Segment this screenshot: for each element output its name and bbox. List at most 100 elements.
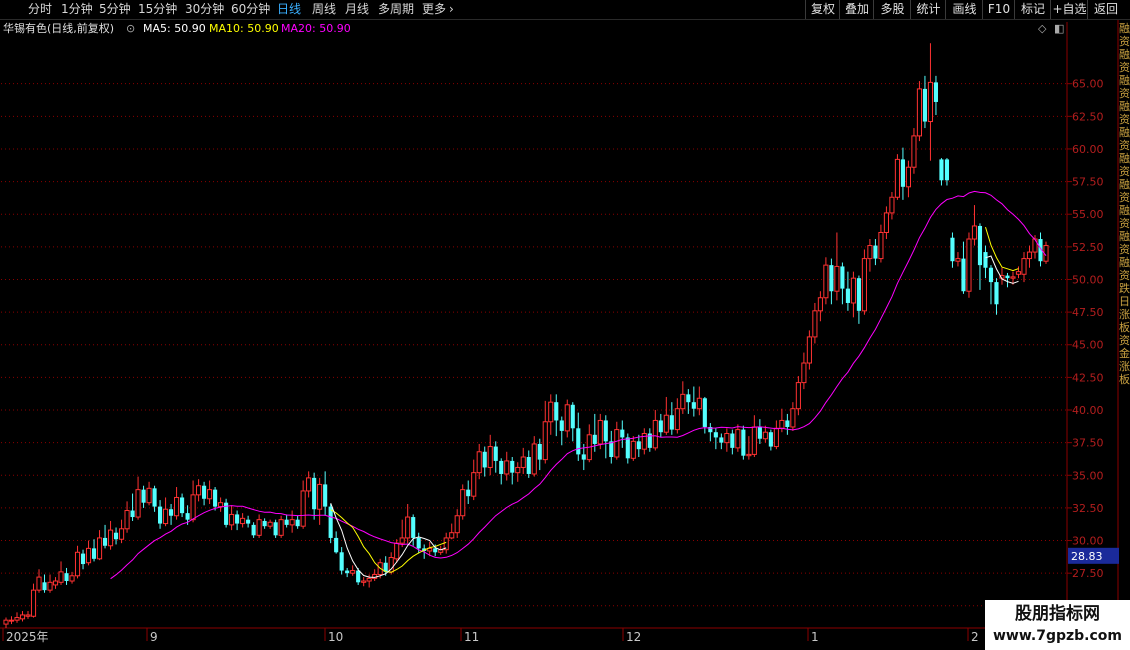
- candle: [658, 413, 663, 438]
- candle: [691, 386, 696, 417]
- candle: [625, 433, 630, 464]
- candle: [30, 583, 37, 618]
- x-tick-label: 2025年: [6, 630, 49, 644]
- candle: [751, 415, 757, 458]
- ma10-line: [330, 509, 447, 573]
- ma20-line: [110, 190, 1047, 580]
- candle: [180, 493, 185, 518]
- candle: [118, 519, 125, 544]
- y-tick-label: 62.50: [1072, 110, 1104, 123]
- candle: [202, 481, 207, 506]
- x-tick-label: 2: [971, 630, 979, 644]
- candle: [476, 443, 482, 480]
- candle: [829, 258, 834, 305]
- candle: [620, 420, 625, 448]
- candle: [570, 402, 575, 442]
- ma10-line: [985, 226, 1019, 272]
- candle: [224, 498, 229, 528]
- candle: [158, 500, 163, 529]
- candle: [482, 446, 487, 477]
- candle: [806, 330, 812, 370]
- candle: [141, 485, 146, 508]
- candle: [515, 462, 521, 482]
- candle: [47, 574, 53, 593]
- candle: [163, 497, 169, 527]
- candle: [334, 531, 339, 554]
- candle: [218, 497, 224, 512]
- candle: [135, 476, 141, 520]
- candle: [240, 513, 246, 528]
- candle: [317, 477, 323, 525]
- candle: [454, 509, 460, 538]
- candle: [339, 547, 344, 575]
- candle: [950, 232, 955, 268]
- ma5-line: [330, 503, 447, 578]
- y-tick-label: 27.50: [1072, 567, 1104, 580]
- candle: [961, 241, 966, 294]
- candle: [873, 239, 878, 266]
- candle: [493, 441, 498, 473]
- candle: [58, 561, 64, 585]
- candle: [510, 457, 515, 485]
- candle: [169, 503, 174, 525]
- candle: [850, 271, 856, 318]
- candle: [834, 232, 840, 301]
- candle: [14, 612, 20, 623]
- candle: [312, 472, 317, 520]
- y-tick-label: 47.50: [1072, 306, 1104, 319]
- candle: [504, 451, 510, 481]
- side-strip-text: 融资融资融资融资融资融资融资融资融资融资跌日涨板资金涨板: [1119, 22, 1130, 386]
- candle: [1026, 245, 1033, 268]
- y-tick-label: 30.00: [1072, 535, 1104, 548]
- candle: [460, 484, 466, 520]
- candle: [107, 520, 114, 550]
- current-price-label: 28.83: [1071, 550, 1103, 563]
- candle: [933, 75, 939, 116]
- candle: [641, 428, 647, 455]
- y-tick-label: 52.50: [1072, 241, 1104, 254]
- candle: [306, 471, 312, 498]
- y-tick-label: 37.50: [1072, 437, 1104, 450]
- candle: [273, 519, 278, 538]
- price-chart[interactable]: 65.00 62.50 60.00 57.50 55.00 52.50 50.00 47.50…: [0, 0, 1130, 650]
- candle: [246, 515, 251, 528]
- y-tick-label: 45.00: [1072, 339, 1104, 352]
- candle: [630, 436, 636, 461]
- candle: [229, 505, 235, 531]
- candle: [1015, 266, 1022, 279]
- candle: [889, 192, 895, 220]
- candle: [196, 479, 202, 502]
- candle: [994, 278, 999, 315]
- candle: [52, 577, 59, 589]
- candle: [526, 450, 531, 478]
- y-tick-label: 42.50: [1072, 371, 1104, 384]
- candle: [785, 413, 790, 435]
- candle: [564, 399, 570, 438]
- candle: [64, 567, 69, 585]
- candle: [267, 519, 273, 529]
- candle: [922, 75, 928, 129]
- candle: [42, 574, 47, 593]
- candle: [883, 206, 889, 240]
- candle: [466, 480, 471, 504]
- candle: [449, 523, 455, 540]
- candle: [696, 386, 702, 416]
- watermark: 股朋指标网 www.7gpzb.com: [985, 600, 1130, 650]
- candle: [471, 459, 477, 501]
- candle: [520, 447, 526, 474]
- candle: [939, 158, 944, 186]
- candle: [323, 471, 328, 516]
- candle: [741, 425, 746, 460]
- candle: [730, 429, 735, 455]
- candle: [262, 518, 267, 529]
- candle: [652, 410, 658, 451]
- candle: [801, 352, 807, 390]
- candle: [25, 611, 31, 619]
- candle: [603, 415, 608, 459]
- candle: [96, 530, 103, 561]
- y-tick-label: 40.00: [1072, 404, 1104, 417]
- x-tick-label: 11: [464, 630, 479, 644]
- candle: [911, 128, 917, 174]
- candle: [113, 527, 119, 545]
- candle: [289, 510, 295, 533]
